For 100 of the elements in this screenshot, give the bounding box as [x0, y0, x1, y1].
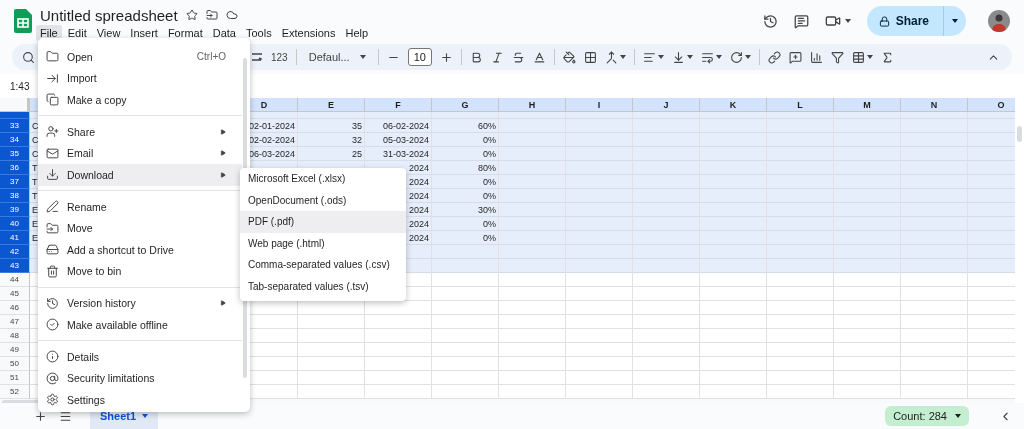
column-header[interactable]: M: [834, 98, 901, 112]
sheets-logo[interactable]: [14, 9, 32, 33]
caret-icon[interactable]: [955, 414, 961, 418]
row-header[interactable]: 33: [0, 119, 30, 133]
row-header[interactable]: 51: [0, 371, 30, 385]
row-header[interactable]: 48: [0, 329, 30, 343]
row-header[interactable]: 42: [0, 245, 30, 259]
video-icon[interactable]: [824, 13, 841, 29]
menu-item[interactable]: Security limitations: [38, 367, 242, 389]
share-button[interactable]: Share: [866, 6, 966, 36]
row-header[interactable]: 40: [0, 217, 30, 231]
comment-icon[interactable]: [793, 13, 809, 29]
document-title[interactable]: Untitled spreadsheet: [40, 6, 178, 24]
chart-icon[interactable]: [809, 50, 823, 64]
caret-icon[interactable]: [619, 55, 626, 59]
caret-icon[interactable]: [142, 414, 149, 418]
avatar[interactable]: [988, 10, 1010, 32]
align-icon[interactable]: [642, 50, 656, 64]
decimal-increase-icon[interactable]: [251, 51, 263, 63]
column-header[interactable]: L: [767, 98, 834, 112]
strikethrough-icon[interactable]: [511, 50, 525, 64]
star-icon[interactable]: [185, 9, 198, 21]
column-header[interactable]: N: [901, 98, 968, 112]
table-icon[interactable]: [851, 50, 865, 64]
menu-item[interactable]: Make available offline: [38, 314, 242, 336]
row-header[interactable]: 39: [0, 203, 30, 217]
row-header[interactable]: 46: [0, 301, 30, 315]
menu-item[interactable]: Format: [163, 25, 207, 41]
menu-item[interactable]: Insert: [126, 25, 162, 41]
column-header[interactable]: K: [700, 98, 767, 112]
count-button[interactable]: Count: 284: [885, 406, 969, 426]
menu-item[interactable]: Tools: [241, 25, 276, 41]
menu-item[interactable]: Details: [38, 346, 242, 368]
menu-item[interactable]: Version history: [38, 292, 242, 314]
row-header[interactable]: [0, 112, 30, 119]
row-header[interactable]: 38: [0, 189, 30, 203]
row-header[interactable]: 50: [0, 357, 30, 371]
menu-item[interactable]: Tab-separated values (.tsv): [240, 275, 406, 297]
history-icon[interactable]: [762, 13, 778, 29]
column-header[interactable]: F: [365, 98, 432, 112]
cloud-icon[interactable]: [225, 9, 238, 21]
row-header[interactable]: 49: [0, 343, 30, 357]
caret-icon[interactable]: [844, 19, 851, 23]
rotate-icon[interactable]: [729, 50, 743, 64]
caret-icon[interactable]: [715, 55, 722, 59]
menu-item[interactable]: Move to bin: [38, 260, 242, 282]
font-size-field[interactable]: 10: [407, 48, 432, 66]
table-cell: [834, 357, 901, 371]
row-header[interactable]: 45: [0, 287, 30, 301]
menu-item[interactable]: PDF (.pdf): [240, 211, 406, 233]
caret-icon[interactable]: [952, 19, 958, 23]
text-color-icon[interactable]: [532, 50, 546, 64]
column-header[interactable]: I: [566, 98, 633, 112]
font-dropdown[interactable]: Defaul...: [304, 51, 370, 63]
merge-icon[interactable]: [604, 50, 618, 64]
italic-icon[interactable]: [490, 50, 504, 64]
link-icon[interactable]: [767, 50, 781, 64]
search-icon[interactable]: [22, 50, 35, 64]
number-format-button[interactable]: 123: [271, 51, 288, 63]
row-header[interactable]: 34: [0, 133, 30, 147]
menu-item[interactable]: Data: [208, 25, 240, 41]
caret-icon[interactable]: [359, 55, 366, 59]
plus-icon[interactable]: [439, 50, 453, 64]
row-header[interactable]: 35: [0, 147, 30, 161]
name-box[interactable]: 1:43: [10, 80, 30, 92]
menu-item[interactable]: Edit: [63, 25, 91, 41]
row-header[interactable]: 36: [0, 161, 30, 175]
scrollbar-thumb[interactable]: [1017, 126, 1022, 142]
column-header[interactable]: O: [968, 98, 1015, 112]
add-comment-icon[interactable]: [788, 50, 802, 64]
borders-icon[interactable]: [583, 50, 597, 64]
row-header[interactable]: 44: [0, 273, 30, 287]
caret-icon[interactable]: [744, 55, 751, 59]
add-sheet-icon[interactable]: [34, 409, 47, 423]
row-header[interactable]: 43: [0, 259, 30, 273]
fill-color-icon[interactable]: [562, 50, 576, 64]
caret-icon[interactable]: [866, 55, 873, 59]
column-header[interactable]: E: [298, 98, 365, 112]
caret-icon[interactable]: [657, 55, 664, 59]
menu-item[interactable]: Comma-separated values (.csv): [240, 254, 406, 276]
column-header[interactable]: G: [432, 98, 499, 112]
filter-icon[interactable]: [830, 50, 844, 64]
column-header[interactable]: H: [499, 98, 566, 112]
menu-item[interactable]: Extensions: [277, 25, 340, 41]
wrap-icon[interactable]: [700, 50, 714, 64]
row-header[interactable]: 41: [0, 231, 30, 245]
vertical-align-icon[interactable]: [671, 50, 685, 64]
menu-item[interactable]: Import: [38, 67, 242, 89]
row-header[interactable]: 47: [0, 315, 30, 329]
menu-item[interactable]: File: [36, 25, 62, 41]
menu-item[interactable]: Help: [341, 25, 373, 41]
menu-item[interactable]: Open Ctrl+O: [38, 46, 242, 68]
row-header[interactable]: 52: [0, 385, 30, 399]
caret-icon[interactable]: [686, 55, 693, 59]
menu-item[interactable]: View: [92, 25, 125, 41]
folder-move-icon[interactable]: [205, 9, 218, 21]
row-header[interactable]: 37: [0, 175, 30, 189]
column-header[interactable]: J: [633, 98, 700, 112]
menu-item[interactable]: Download: [38, 164, 242, 186]
menu-icon[interactable]: [59, 409, 72, 423]
